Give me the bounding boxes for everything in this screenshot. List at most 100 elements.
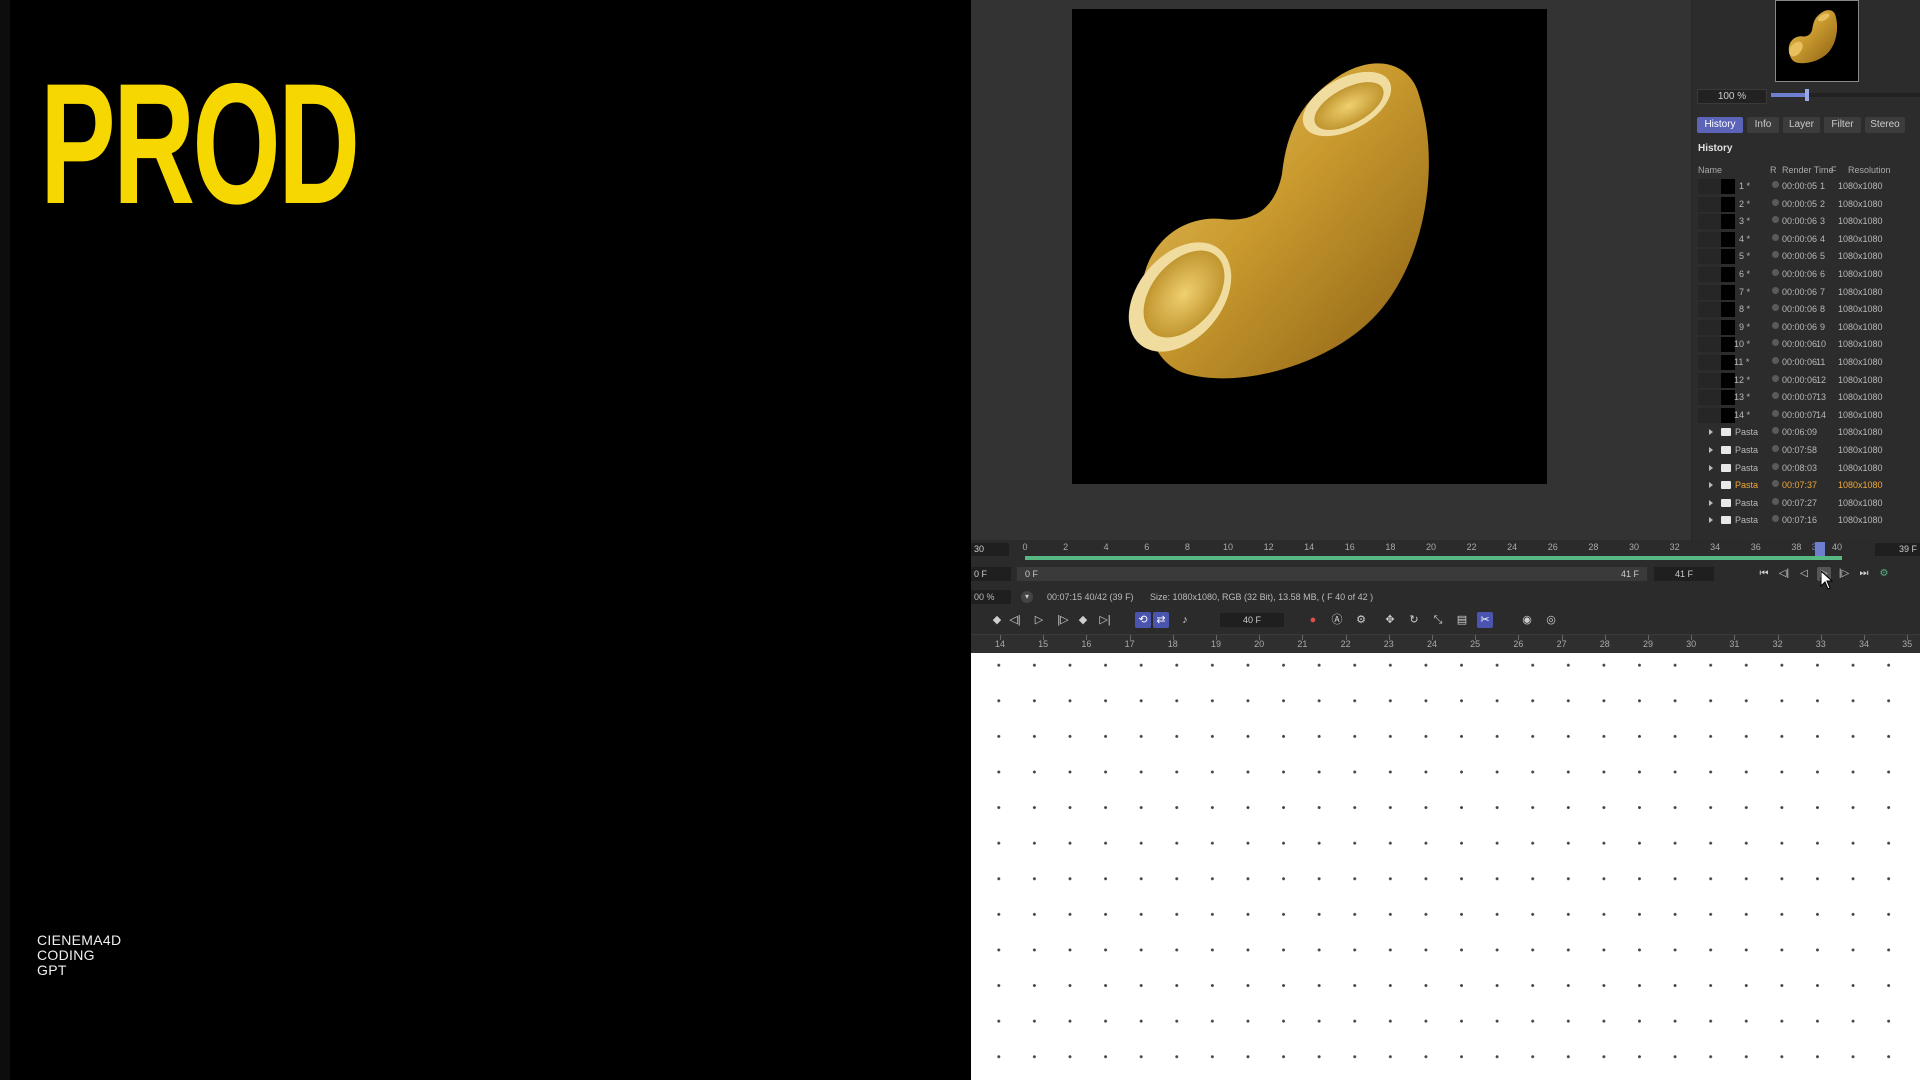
fps-field[interactable]: 40 F [1220,613,1284,627]
frame-ruler[interactable]: 024681012141618202224262830323436383940 [971,540,1920,556]
row-name: 5 * [1739,251,1751,262]
end-icon[interactable]: ▷| [1097,612,1113,628]
expand-arrow-icon[interactable] [1709,464,1713,471]
render-status-icon [1772,251,1779,259]
ruler-tick-label: 27 [1556,639,1567,649]
history-folder-row[interactable]: Pasta 00:07:16 1080x1080 [1698,512,1920,529]
play-backward-icon[interactable]: ◁ [1797,567,1811,581]
history-row[interactable]: 10 * 00:00:06 10 1080x1080 [1698,336,1920,353]
row-frame: 1 [1820,181,1826,191]
history-folder-row[interactable]: Pasta 00:07:27 1080x1080 [1698,495,1920,512]
history-row[interactable]: 9 * 00:00:06 9 1080x1080 [1698,319,1920,336]
history-row[interactable]: 3 * 00:00:06 3 1080x1080 [1698,213,1920,230]
play-icon[interactable]: ▷ [1031,612,1047,628]
playhead-handle[interactable] [1815,542,1825,556]
render-viewport[interactable] [971,0,1691,540]
col-render-time[interactable]: Render Time [1782,165,1834,175]
history-row[interactable]: 1 * 00:00:05 1 1080x1080 [1698,178,1920,195]
ruler-tick-label: 28 [1599,639,1610,649]
history-folder-row[interactable]: Pasta 00:08:03 1080x1080 [1698,460,1920,477]
step-forward-icon[interactable]: |▷ [1837,567,1851,581]
history-folder-row[interactable]: Pasta 00:06:09 1080x1080 [1698,424,1920,441]
go-to-end-icon[interactable]: ⏭ [1857,567,1871,581]
ruler-tick-label: 6 [1144,542,1150,552]
col-name[interactable]: Name [1698,165,1722,175]
tab-info[interactable]: Info [1747,117,1779,133]
row-name: 6 * [1739,269,1751,279]
macaroni-render-icon [1128,63,1429,379]
prev-key-icon[interactable]: ◆ [989,612,1005,628]
auto-key-icon[interactable]: Ⓐ [1329,612,1345,628]
motion-play-icon[interactable]: ◎ [1543,612,1559,628]
record-icon[interactable]: ● [1305,612,1321,628]
history-folder-row[interactable]: Pasta 00:07:58 1080x1080 [1698,442,1920,459]
zoom-slider-handle[interactable] [1804,89,1809,101]
history-row[interactable]: 4 * 00:00:06 4 1080x1080 [1698,231,1920,248]
expand-arrow-icon[interactable] [1709,447,1713,453]
tag-list: CIENEMA4D CODING GPT [37,933,121,978]
settings-gear-icon[interactable]: ⚙ [1877,567,1891,581]
loop-icon[interactable]: ⟲ [1135,612,1151,628]
row-resolution: 1080x1080 [1838,304,1883,315]
ruler-start-field[interactable]: 30 [971,543,1009,556]
ping-pong-icon[interactable]: ⇄ [1153,612,1169,628]
current-frame-field[interactable]: 39 F [1875,543,1920,556]
expand-arrow-icon[interactable] [1709,429,1713,436]
range-max-field[interactable]: 41 F [1654,567,1714,581]
tab-filter[interactable]: Filter [1824,117,1861,133]
col-r[interactable]: R [1770,165,1777,175]
ruler-tick-label: 36 [1750,542,1761,552]
navigator-thumbnail[interactable] [1775,0,1859,82]
range-end-label: 41 F [1620,569,1639,579]
expand-arrow-icon[interactable] [1709,517,1713,524]
row-thumbnail [1721,267,1735,282]
row-thumbnail [1721,337,1735,353]
tab-history[interactable]: History [1697,117,1743,133]
prev-frame-icon[interactable]: ◁| [1007,612,1023,628]
history-folder-row[interactable]: Pasta 00:07:37 1080x1080 [1698,477,1920,494]
range-min-field[interactable]: 0 F [971,567,1011,581]
row-frame: 4 [1820,233,1826,244]
move-key-icon[interactable]: ✥ [1382,612,1398,628]
motion-record-icon[interactable]: ◉ [1519,612,1535,628]
col-frame[interactable]: F [1831,165,1837,175]
history-row[interactable]: 8 * 00:00:06 8 1080x1080 [1698,301,1920,318]
step-back-icon[interactable]: ◁| [1777,567,1791,581]
next-key-icon[interactable]: ◆ [1075,612,1091,628]
history-row[interactable]: 2 * 00:00:05 2 1080x1080 [1698,196,1920,213]
history-row[interactable]: 5 * 00:00:06 5 1080x1080 [1698,248,1920,265]
history-row[interactable]: 13 * 00:00:07 13 1080x1080 [1698,389,1920,406]
history-section-label: History [1698,143,1733,154]
dopesheet-ruler[interactable]: 14 15 16 17 18 19 20 21 22 23 24 25 26 27 28 29 30 31 32 33… [971,634,1920,653]
sound-icon[interactable]: ♪ [1177,612,1193,628]
pla-key-icon[interactable]: ✂ [1477,612,1493,628]
history-row[interactable]: 11 * 00:00:06 11 1080x1080 [1698,354,1920,371]
tab-layer[interactable]: Layer [1783,117,1820,133]
zoom-dropdown-icon[interactable]: ▾ [1021,591,1033,603]
expand-arrow-icon[interactable] [1709,499,1713,506]
scale-key-icon[interactable]: ⤡ [1430,612,1446,628]
zoom-slider[interactable] [1771,89,1920,101]
tab-stereo[interactable]: Stereo [1865,117,1905,133]
zoom-field[interactable]: 100 % [1697,89,1767,104]
row-render-time: 00:00:06 [1782,374,1818,385]
render-status-icon [1772,321,1779,329]
history-row[interactable]: 14 * 00:00:07 14 1080x1080 [1698,407,1920,424]
next-frame-icon[interactable]: |▷ [1055,612,1071,628]
history-row[interactable]: 12 * 00:00:06 12 1080x1080 [1698,372,1920,389]
range-slider[interactable]: 0 F 41 F [1017,567,1647,581]
history-row[interactable]: 7 * 00:00:06 7 1080x1080 [1698,284,1920,301]
go-to-start-icon[interactable]: ⏮ [1757,567,1771,581]
dopesheet-canvas[interactable] [971,653,1920,1080]
key-settings-icon[interactable]: ⚙ [1353,612,1369,628]
rotate-key-icon[interactable]: ↻ [1406,612,1422,628]
folder-name: Pasta [1735,515,1759,526]
history-row[interactable]: 6 * 00:00:06 6 1080x1080 [1698,266,1920,283]
param-key-icon[interactable]: ▤ [1454,612,1470,628]
folder-icon [1721,428,1731,437]
expand-arrow-icon[interactable] [1709,482,1713,489]
status-zoom-field[interactable]: 00 % [971,590,1011,604]
render-status-icon [1772,497,1779,505]
col-resolution[interactable]: Resolution [1848,165,1891,175]
folder-name: Pasta [1735,462,1759,473]
